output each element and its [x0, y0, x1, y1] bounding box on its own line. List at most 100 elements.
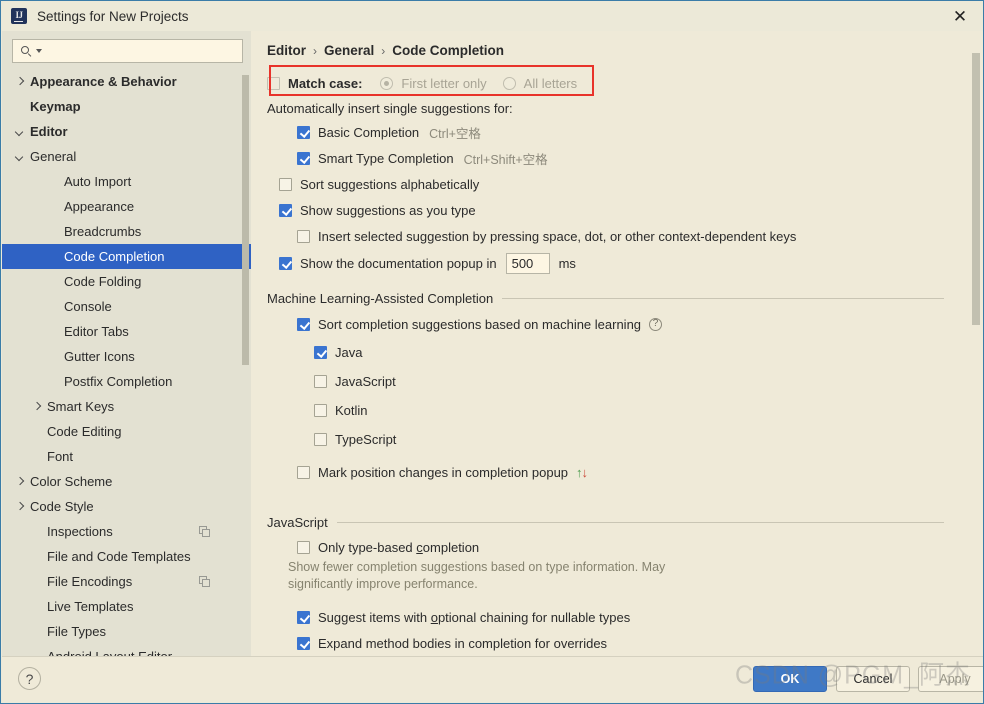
chevron-right-icon[interactable]: [14, 75, 27, 88]
match-case-checkbox[interactable]: [267, 76, 280, 90]
sidebar-item-general[interactable]: General: [2, 144, 251, 169]
insert-selected-checkbox[interactable]: [297, 229, 310, 243]
sort-ml-checkbox[interactable]: [297, 318, 310, 331]
breadcrumb-part-1[interactable]: General: [324, 43, 374, 58]
ml-javascript-label: JavaScript: [335, 374, 396, 389]
doc-popup-delay-input[interactable]: [505, 252, 550, 274]
sidebar-scrollbar-thumb[interactable]: [242, 75, 249, 365]
sidebar-item-label: Code Style: [30, 499, 94, 514]
help-circle-icon[interactable]: [649, 318, 663, 331]
sidebar-item-file-types[interactable]: File Types: [2, 619, 251, 644]
radio-all-letters[interactable]: [502, 76, 516, 90]
content-panel: Editor › General › Code Completion Match…: [251, 31, 983, 659]
content-scrollbar[interactable]: [972, 33, 980, 657]
content-scrollbar-thumb[interactable]: [972, 53, 980, 325]
ml-section-divider: [502, 298, 944, 299]
ml-section-title: Machine Learning-Assisted Completion: [267, 291, 494, 306]
sidebar-item-label: Console: [64, 299, 112, 314]
sidebar-item-editor-tabs[interactable]: Editor Tabs: [2, 319, 251, 344]
mark-position-label: Mark position changes in completion popu…: [318, 465, 569, 480]
expand-bodies-checkbox[interactable]: [297, 636, 310, 650]
js-section-header: JavaScript: [267, 515, 956, 530]
chevron-down-icon[interactable]: [14, 125, 27, 138]
copy-icon[interactable]: [199, 526, 210, 537]
sidebar-item-inspections[interactable]: Inspections: [2, 519, 251, 544]
copy-icon[interactable]: [199, 576, 210, 587]
intellij-logo-icon: [11, 8, 27, 24]
sidebar-item-appearance[interactable]: Appearance: [2, 194, 251, 219]
radio-first-letter-only[interactable]: [380, 76, 394, 90]
apply-button[interactable]: Apply: [918, 666, 983, 692]
smart-type-completion-shortcut: Ctrl+Shift+空格: [463, 152, 548, 167]
sidebar-item-console[interactable]: Console: [2, 294, 251, 319]
sidebar-item-code-editing[interactable]: Code Editing: [2, 419, 251, 444]
sidebar-item-live-templates[interactable]: Live Templates: [2, 594, 251, 619]
ok-button[interactable]: OK: [753, 666, 827, 692]
chevron-right-icon[interactable]: [14, 475, 27, 488]
title-bar: Settings for New Projects ✕: [1, 1, 983, 31]
sidebar-item-label: Postfix Completion: [64, 374, 173, 389]
mark-position-checkbox[interactable]: [297, 466, 310, 479]
sidebar-item-file-encodings[interactable]: File Encodings: [2, 569, 251, 594]
ml-java-checkbox[interactable]: [314, 346, 327, 359]
insert-selected-label: Insert selected suggestion by pressing s…: [318, 228, 797, 244]
breadcrumb-part-0[interactable]: Editor: [267, 43, 306, 58]
ml-typescript-label: TypeScript: [335, 432, 397, 447]
ml-kotlin-checkbox[interactable]: [314, 404, 327, 417]
ml-typescript-checkbox[interactable]: [314, 433, 327, 446]
sidebar-item-label: File and Code Templates: [47, 549, 191, 564]
ml-kotlin-row: Kotlin: [314, 396, 956, 425]
optional-chaining-label: Suggest items with optional chaining for…: [318, 609, 631, 625]
ml-java-row: Java: [314, 338, 956, 367]
js-section-title: JavaScript: [267, 515, 328, 530]
smart-type-completion-checkbox[interactable]: [297, 151, 310, 165]
close-icon[interactable]: ✕: [949, 7, 971, 27]
sidebar-item-label: Gutter Icons: [64, 349, 135, 364]
sidebar-item-appearance-behavior[interactable]: Appearance & Behavior: [2, 69, 251, 94]
optional-chaining-row: Suggest items with optional chaining for…: [297, 604, 956, 630]
basic-completion-checkbox[interactable]: [297, 125, 310, 139]
sidebar-item-code-style[interactable]: Code Style: [2, 494, 251, 519]
match-case-label: Match case:: [288, 75, 363, 91]
sidebar-item-label: Editor: [30, 124, 68, 139]
chevron-down-icon[interactable]: [14, 150, 27, 163]
sidebar-item-editor[interactable]: Editor: [2, 119, 251, 144]
sidebar-item-auto-import[interactable]: Auto Import: [2, 169, 251, 194]
ml-javascript-checkbox[interactable]: [314, 375, 327, 388]
only-type-based-checkbox[interactable]: [297, 540, 310, 554]
radio-all-letters-label: All letters: [523, 75, 578, 91]
chevron-right-icon[interactable]: [14, 500, 27, 513]
sidebar-item-code-completion[interactable]: Code Completion: [2, 244, 251, 269]
sidebar-item-keymap[interactable]: Keymap: [2, 94, 251, 119]
sidebar-scrollbar[interactable]: [242, 69, 249, 657]
search-box[interactable]: [12, 39, 243, 63]
help-button[interactable]: ?: [18, 667, 41, 690]
sidebar-item-smart-keys[interactable]: Smart Keys: [2, 394, 251, 419]
sidebar-item-postfix-completion[interactable]: Postfix Completion: [2, 369, 251, 394]
cancel-button[interactable]: Cancel: [836, 666, 910, 692]
doc-popup-checkbox[interactable]: [279, 256, 292, 270]
js-section-divider: [336, 522, 944, 523]
sidebar-item-gutter-icons[interactable]: Gutter Icons: [2, 344, 251, 369]
sidebar-item-breadcrumbs[interactable]: Breadcrumbs: [2, 219, 251, 244]
sort-alphabetically-checkbox[interactable]: [279, 177, 292, 191]
show-as-you-type-checkbox[interactable]: [279, 203, 292, 217]
sidebar-search-wrap: [2, 31, 251, 69]
search-input[interactable]: [42, 40, 242, 62]
settings-tree: Appearance & Behavior Keymap Editor General…: [2, 69, 251, 657]
sidebar-item-code-folding[interactable]: Code Folding: [2, 269, 251, 294]
sort-ml-label: Sort completion suggestions based on mac…: [318, 317, 642, 332]
sidebar-item-color-scheme[interactable]: Color Scheme: [2, 469, 251, 494]
sidebar-item-font[interactable]: Font: [2, 444, 251, 469]
optional-chaining-checkbox[interactable]: [297, 610, 310, 624]
sidebar-item-label: File Types: [47, 624, 107, 639]
chevron-right-icon[interactable]: [31, 400, 44, 413]
ml-javascript-row: JavaScript: [314, 367, 956, 396]
sidebar-item-file-and-code-templates[interactable]: File and Code Templates: [2, 544, 251, 569]
